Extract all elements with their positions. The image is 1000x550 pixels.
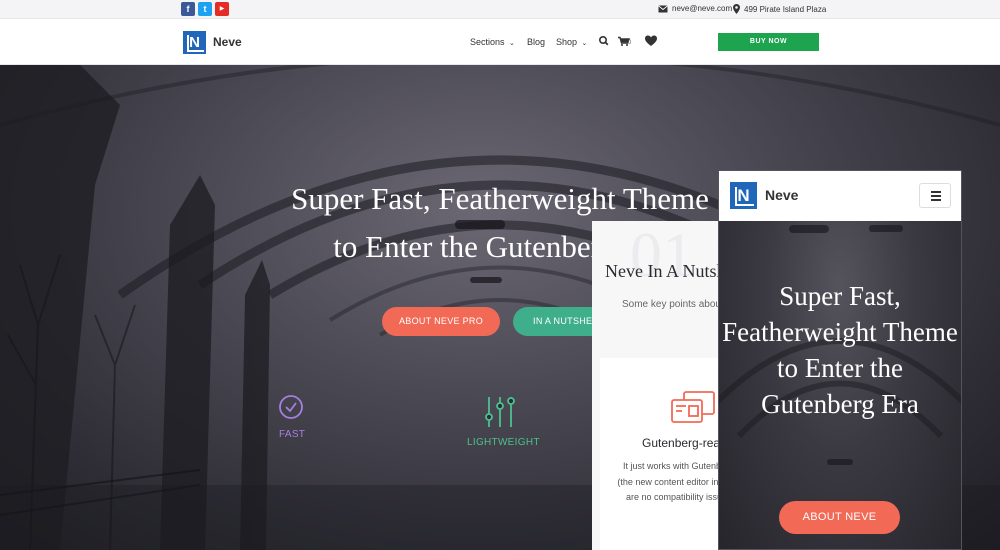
search-icon[interactable] xyxy=(597,33,611,49)
nav-item-shop[interactable]: Shop ⌄ xyxy=(556,37,587,47)
site-brand-name[interactable]: Neve xyxy=(213,35,242,49)
address-text: 499 Pirate Island Plaza xyxy=(744,4,827,14)
mobile-site-logo[interactable]: N xyxy=(730,182,757,209)
facebook-icon[interactable]: f xyxy=(181,2,195,16)
site-header: N Neve Sections ⌄ Blog Shop ⌄ 0 BUY NOW xyxy=(0,19,1000,65)
nav-sections-label: Sections xyxy=(470,37,505,47)
mobile-hero-title: Super Fast, Featherweight Theme to Enter… xyxy=(722,281,958,419)
twitter-icon[interactable]: t xyxy=(198,2,212,16)
nav-shop-label: Shop xyxy=(556,37,578,47)
mobile-header: N Neve xyxy=(719,171,961,221)
hamburger-menu-icon[interactable] xyxy=(919,183,951,208)
mobile-preview: N Neve Super Fast, Featherweight Theme t… xyxy=(718,170,962,550)
buy-now-button[interactable]: BUY NOW xyxy=(718,33,819,51)
top-utility-bar: f t ▶ neve@neve.com 499 Pirate Island Pl… xyxy=(0,0,1000,19)
mobile-hero: Super Fast, Featherweight Theme to Enter… xyxy=(719,221,961,549)
youtube-icon[interactable]: ▶ xyxy=(215,2,229,16)
cart-count: 0 xyxy=(628,40,632,46)
logo-letter: N xyxy=(189,34,200,51)
sliders-icon xyxy=(485,397,515,427)
about-neve-pro-button[interactable]: ABOUT NEVE PRO xyxy=(382,307,500,336)
nav-item-sections[interactable]: Sections ⌄ xyxy=(470,37,515,47)
email-text: neve@neve.com xyxy=(672,4,733,13)
envelope-icon xyxy=(658,4,668,12)
contact-email[interactable]: neve@neve.com xyxy=(658,4,732,13)
chevron-down-icon: ⌄ xyxy=(581,40,588,47)
feature-fast-label: FAST xyxy=(279,429,306,440)
nav-item-blog[interactable]: Blog xyxy=(527,37,545,47)
site-logo[interactable]: N xyxy=(183,31,206,54)
blocks-icon xyxy=(671,391,715,423)
heart-icon[interactable] xyxy=(644,33,658,49)
map-pin-icon xyxy=(733,4,740,14)
feature-lightweight-label: LIGHTWEIGHT xyxy=(467,437,540,448)
chevron-down-icon: ⌄ xyxy=(509,40,515,47)
mobile-about-neve-button[interactable]: ABOUT NEVE xyxy=(779,501,900,534)
clock-icon xyxy=(279,395,303,419)
mobile-brand-name[interactable]: Neve xyxy=(765,187,798,203)
contact-address: 499 Pirate Island Plaza xyxy=(733,4,826,14)
mobile-logo-letter: N xyxy=(737,186,750,205)
